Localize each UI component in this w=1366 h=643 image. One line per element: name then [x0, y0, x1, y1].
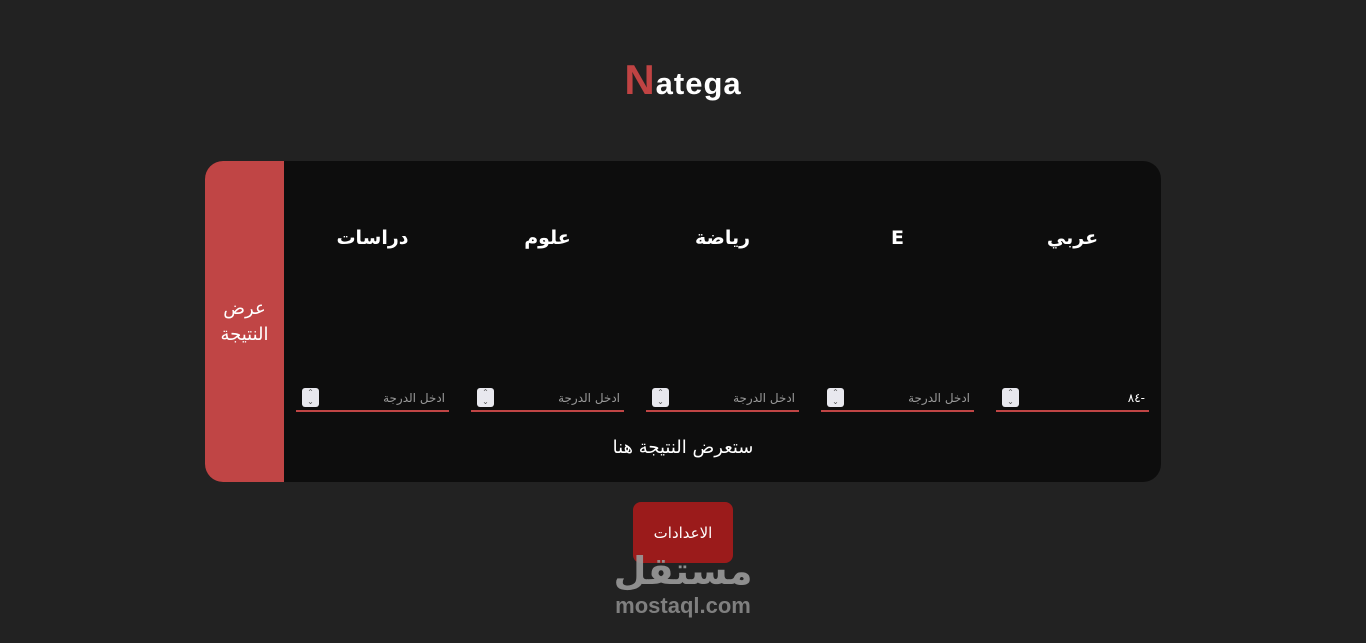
- watermark-latin: mostaql.com: [615, 593, 751, 618]
- grade-field-english: ⌃⌄: [821, 387, 974, 412]
- result-text: ستعرض النتيجة هنا: [612, 437, 754, 458]
- settings-button[interactable]: الاعدادات: [633, 502, 733, 563]
- grade-input-studies[interactable]: [327, 388, 445, 408]
- grades-card: عرض النتيجة دراسات علوم رياضة E عربي ⌃⌄ …: [205, 161, 1161, 482]
- subject-label-english: E: [891, 227, 904, 249]
- logo-rest: atega: [655, 66, 742, 101]
- grade-input-arabic[interactable]: [1027, 388, 1145, 408]
- spinner-icon[interactable]: ⌃ ⌄: [477, 388, 494, 407]
- subject-label-math: رياضة: [694, 227, 751, 249]
- app-logo: Natega: [0, 56, 1366, 104]
- subject-label-science: علوم: [524, 227, 571, 249]
- grade-field-arabic: ⌃⌄: [996, 387, 1149, 412]
- show-result-button[interactable]: عرض النتيجة: [205, 161, 284, 482]
- grade-input-science[interactable]: [502, 388, 620, 408]
- spinner-icon[interactable]: ⌃ ⌄: [302, 388, 319, 407]
- page: Natega عرض النتيجة دراسات علوم رياضة E ع…: [0, 0, 1366, 643]
- subject-label-studies: دراسات: [336, 227, 409, 249]
- grade-field-math: ⌃⌄: [646, 387, 799, 412]
- subject-label-arabic: عربي: [1046, 227, 1099, 249]
- logo-first-letter: N: [624, 56, 656, 103]
- grade-input-math[interactable]: [677, 388, 795, 408]
- grade-input-english[interactable]: [852, 388, 970, 408]
- spinner-icon[interactable]: ⌃ ⌄: [827, 388, 844, 407]
- grade-field-studies: ⌃⌄: [296, 387, 449, 412]
- spinner-icon[interactable]: ⌃ ⌄: [1002, 388, 1019, 407]
- grade-field-science: ⌃⌄: [471, 387, 624, 412]
- spinner-icon[interactable]: ⌃ ⌄: [652, 388, 669, 407]
